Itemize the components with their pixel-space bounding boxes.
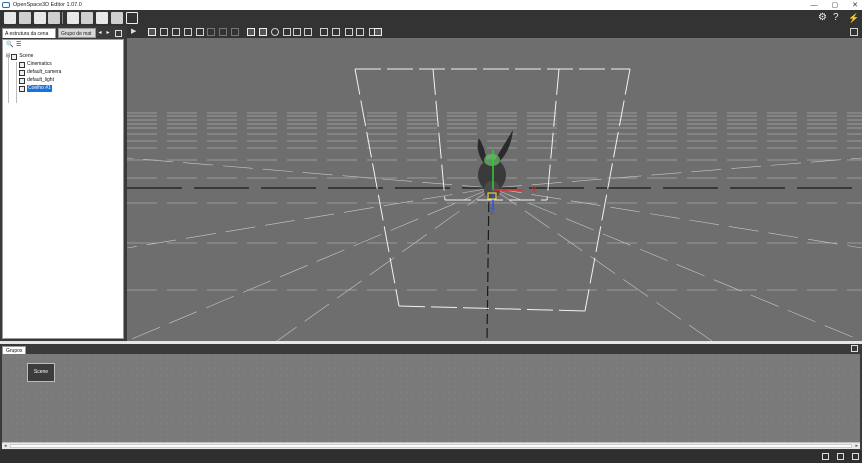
- groups-panel: Grupos Scene ◂ ▸: [0, 344, 862, 450]
- viewport-toolbar: ▶: [127, 26, 862, 38]
- tab-scene-structure[interactable]: A estrutura da cena: [2, 28, 56, 38]
- maximize-button[interactable]: ▢: [832, 1, 839, 9]
- collapse-toggle-icon[interactable]: ⊟: [6, 53, 10, 60]
- tools-icon[interactable]: [111, 12, 123, 24]
- groups-canvas[interactable]: Scene: [2, 354, 860, 442]
- tree-item-cinematics[interactable]: Cinematics: [19, 61, 52, 68]
- text-icon[interactable]: [96, 12, 108, 24]
- minimize-button[interactable]: —: [811, 2, 818, 9]
- scene-icon: [11, 53, 18, 60]
- horizontal-scrollbar[interactable]: ◂ ▸: [2, 442, 860, 449]
- light-icon: [19, 77, 25, 84]
- sphere-view-icon[interactable]: [271, 28, 279, 36]
- vertical-axis-line: [486, 187, 490, 341]
- fullscreen-icon[interactable]: [852, 453, 859, 460]
- select-tool-icon[interactable]: [148, 28, 156, 36]
- face-view-icon[interactable]: [332, 28, 340, 36]
- move-tool-icon[interactable]: [196, 28, 204, 36]
- tree-item-coelho[interactable]: Coelho #1: [19, 85, 52, 92]
- tree-item-default-camera[interactable]: default_camera: [19, 69, 61, 76]
- measure-tool-icon[interactable]: [184, 28, 192, 36]
- groups-undock-icon[interactable]: [851, 345, 858, 352]
- settings-icon[interactable]: ⚙: [818, 12, 830, 24]
- panel-undock-icon[interactable]: [115, 30, 122, 37]
- search-icon[interactable]: 🔍: [6, 42, 13, 48]
- app-logo-icon: [2, 2, 10, 8]
- rabbit-model[interactable]: [477, 130, 513, 199]
- bounding-box-icon[interactable]: [293, 28, 301, 36]
- split-view-icon[interactable]: [837, 453, 844, 460]
- open-folder-icon[interactable]: [67, 12, 79, 24]
- side-view-icon[interactable]: [345, 28, 353, 36]
- undo-icon[interactable]: [219, 28, 227, 36]
- grid-lines: [127, 112, 862, 341]
- save-as-icon[interactable]: [48, 12, 60, 24]
- scene-group-node[interactable]: Scene: [27, 363, 55, 382]
- ortho-view-icon[interactable]: [283, 28, 291, 36]
- cube-view-icon[interactable]: [320, 28, 328, 36]
- zoom-tool-icon[interactable]: [160, 28, 168, 36]
- status-bar: [0, 450, 862, 463]
- pan-tool-icon[interactable]: [172, 28, 180, 36]
- snapshot-icon[interactable]: [374, 28, 382, 36]
- list-view-icon[interactable]: ☰: [16, 42, 22, 48]
- play-simulation-icon[interactable]: ▶: [131, 28, 139, 36]
- z-axis-label: Z: [490, 207, 495, 216]
- camera-icon: [19, 69, 25, 76]
- new-file-icon[interactable]: [4, 12, 16, 24]
- scroll-right-arrow-icon[interactable]: ▸: [855, 443, 858, 449]
- play-icon[interactable]: [126, 12, 138, 24]
- wireframe-toggle-icon[interactable]: [259, 28, 267, 36]
- scroll-left-arrow-icon[interactable]: ◂: [4, 443, 7, 449]
- window-title: OpenSpace3D Editor 1.07.0: [13, 2, 82, 8]
- plugin-icon[interactable]: ⚡: [848, 12, 860, 24]
- cinematics-icon: [19, 61, 25, 68]
- mesh-icon: [19, 85, 25, 92]
- tab-material-groups[interactable]: Grupo de mat: [58, 28, 96, 38]
- tabs-prev-arrow-icon[interactable]: ◂: [97, 30, 103, 37]
- tree-item-scene[interactable]: ⊟ Scene: [6, 53, 33, 60]
- scrollbar-thumb[interactable]: [10, 444, 852, 448]
- light-toggle-icon[interactable]: [304, 28, 312, 36]
- save-icon[interactable]: [34, 12, 46, 24]
- table-icon[interactable]: [81, 12, 93, 24]
- main-toolbar: ⚙ ? ⚡: [0, 10, 862, 26]
- grid-toggle-icon[interactable]: [247, 28, 255, 36]
- scene-tree: 🔍 ☰ ⊟ Scene Cinematics default_camera de…: [2, 39, 124, 339]
- viewport-scene: X Z: [127, 68, 862, 341]
- scale-tool-icon[interactable]: [207, 28, 215, 36]
- scene-tree-panel: A estrutura da cena Grupo de mat ◂ ▸ 🔍 ☰…: [0, 26, 127, 341]
- shield-view-icon[interactable]: [356, 28, 364, 36]
- x-axis-label: X: [531, 186, 537, 195]
- help-icon[interactable]: ?: [833, 12, 845, 24]
- 3d-viewport[interactable]: X Z: [127, 38, 862, 341]
- title-bar: OpenSpace3D Editor 1.07.0 — ▢ ✕: [0, 0, 862, 10]
- layout-icon[interactable]: [822, 453, 829, 460]
- redo-icon[interactable]: [231, 28, 239, 36]
- close-button[interactable]: ✕: [852, 1, 858, 9]
- open-file-icon[interactable]: [19, 12, 31, 24]
- viewport-undock-icon[interactable]: [850, 28, 858, 36]
- tabs-next-arrow-icon[interactable]: ▸: [105, 30, 111, 37]
- tree-item-default-light[interactable]: default_light: [19, 77, 54, 84]
